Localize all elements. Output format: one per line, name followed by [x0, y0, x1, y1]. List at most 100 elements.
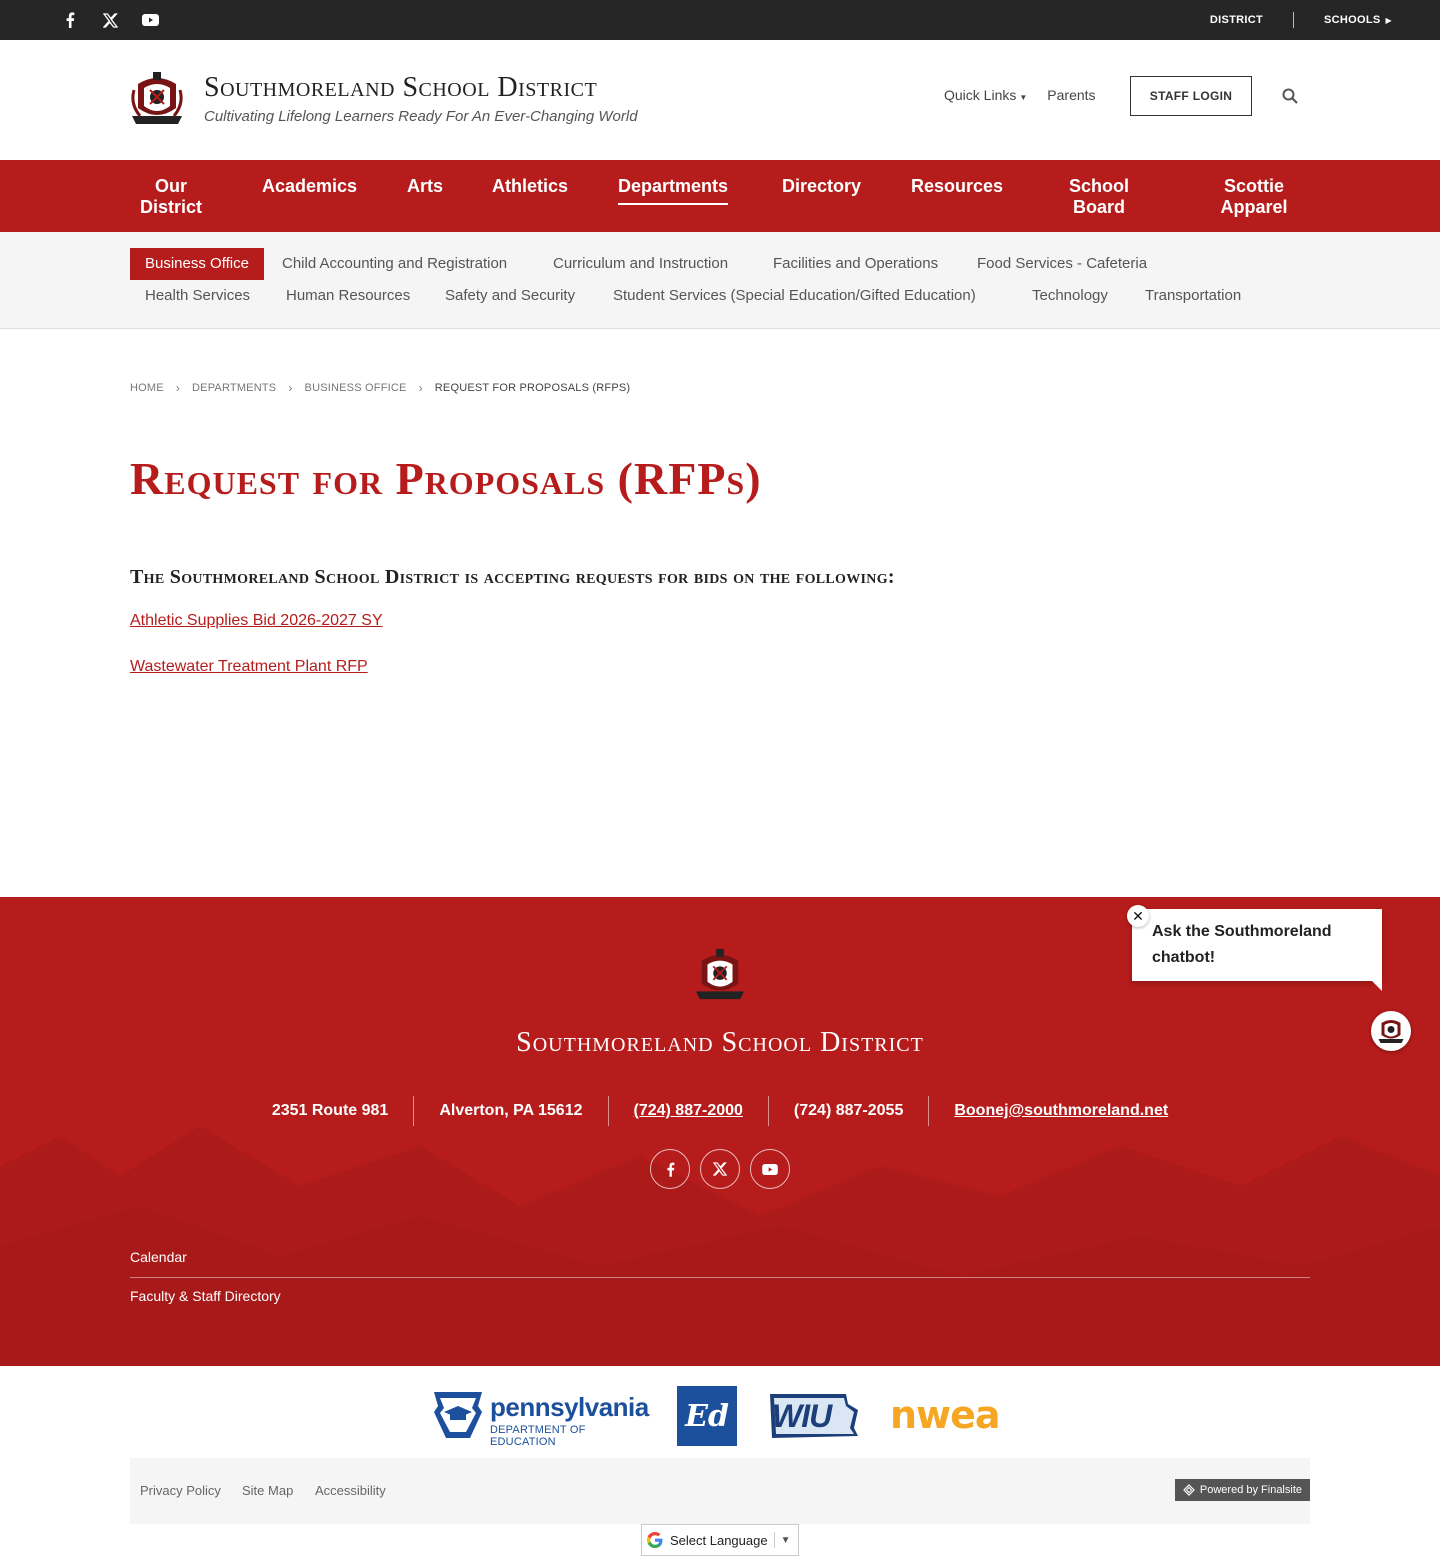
pde-subtitle: DEPARTMENT OF EDUCATION: [490, 1424, 586, 1448]
subnav-child-accounting[interactable]: Child Accounting and Registration: [282, 248, 507, 280]
google-icon: [647, 1532, 663, 1548]
language-select[interactable]: Select Language ▼: [641, 1524, 799, 1556]
footer-address: 2351 Route 981: [271, 1102, 389, 1119]
close-icon[interactable]: ✕: [1127, 905, 1149, 927]
utility-links: DISTRICT SCHOOLS ▶: [1210, 0, 1392, 40]
facebook-icon[interactable]: [60, 10, 80, 30]
footer-contact: 2351 Route 981 Alverton, PA 15612 (724) …: [0, 1096, 1440, 1126]
privacy-policy-link[interactable]: Privacy Policy: [140, 1483, 221, 1498]
breadcrumb-home[interactable]: HOME: [130, 382, 164, 394]
subnav-technology[interactable]: Technology: [1032, 280, 1108, 312]
schools-link[interactable]: SCHOOLS: [1324, 14, 1381, 26]
chevron-right-icon: ›: [418, 381, 423, 395]
pennsylvania-doe-logo[interactable]: pennsylvania DEPARTMENT OF EDUCATION: [430, 1386, 650, 1448]
crest-icon: [1378, 1020, 1404, 1043]
subnav-health-services[interactable]: Health Services: [145, 280, 250, 312]
divider: [130, 1277, 1310, 1278]
nav-our-district[interactable]: Our District: [140, 176, 202, 218]
caret-down-icon: ▼: [1019, 93, 1028, 102]
nav-resources[interactable]: Resources: [911, 176, 1003, 197]
social-links: [60, 10, 160, 30]
footer-phone-link[interactable]: (724) 887-2000: [634, 1102, 743, 1120]
header-links: Quick Links ▼ Parents: [944, 87, 1096, 103]
caret-down-icon: ▼: [780, 1534, 791, 1546]
finalsite-icon: [1183, 1484, 1195, 1496]
youtube-icon[interactable]: [750, 1149, 790, 1189]
wiu-logo-text: WIU: [772, 1398, 832, 1434]
x-icon[interactable]: [700, 1149, 740, 1189]
main-navigation: Our District Academics Arts Athletics De…: [0, 160, 1440, 232]
youtube-icon[interactable]: [140, 10, 160, 30]
search-icon[interactable]: [1282, 88, 1298, 104]
accessibility-link[interactable]: Accessibility: [315, 1483, 386, 1498]
pde-name: pennsylvania: [490, 1392, 649, 1422]
nav-departments[interactable]: Departments: [618, 176, 729, 205]
footer-site-name: Southmoreland School District: [516, 1027, 924, 1058]
subnav-curriculum[interactable]: Curriculum and Instruction: [553, 248, 728, 280]
wastewater-rfp-link[interactable]: Wastewater Treatment Plant RFP: [130, 658, 368, 676]
ed-logo-text: Ed: [685, 1398, 729, 1434]
footer-social-links: [650, 1149, 790, 1189]
site-tagline: Cultivating Lifelong Learners Ready For …: [204, 108, 638, 125]
site-name[interactable]: Southmoreland School District: [204, 72, 597, 104]
chatbot-avatar[interactable]: [1371, 1011, 1411, 1051]
ed-logo[interactable]: Ed: [677, 1386, 737, 1446]
chevron-right-icon: ›: [175, 381, 181, 395]
subnav-safety-security[interactable]: Safety and Security: [445, 280, 575, 312]
footer-directory-link[interactable]: Faculty & Staff Directory: [130, 1288, 281, 1304]
nav-arts[interactable]: Arts: [407, 176, 443, 197]
divider: [767, 1096, 769, 1126]
district-crest-logo[interactable]: [130, 70, 184, 130]
quick-links-dropdown[interactable]: Quick Links ▼: [944, 87, 1027, 103]
parents-link[interactable]: Parents: [1047, 87, 1095, 103]
subnav-facilities[interactable]: Facilities and Operations: [773, 248, 938, 280]
footer-city: Alverton, PA 15612: [439, 1102, 583, 1119]
department-subnav: Business Office Child Accounting and Reg…: [0, 232, 1440, 329]
facebook-icon[interactable]: [650, 1149, 690, 1189]
wiu-logo[interactable]: WIU: [768, 1390, 860, 1442]
intro-heading: The Southmoreland School District is acc…: [130, 566, 895, 588]
footer-fax: (724) 887-2055: [793, 1102, 904, 1119]
divider: [607, 1096, 609, 1126]
chatbot-bubble[interactable]: Ask the Southmoreland chatbot!: [1132, 909, 1382, 981]
breadcrumb-departments[interactable]: DEPARTMENTS: [192, 382, 276, 394]
staff-login-button[interactable]: STAFF LOGIN: [1130, 76, 1252, 116]
divider: [413, 1096, 415, 1126]
breadcrumb: HOME › DEPARTMENTS › BUSINESS OFFICE › R…: [130, 381, 630, 395]
divider: [1293, 12, 1295, 28]
nwea-logo[interactable]: nwea: [890, 1396, 1001, 1434]
footer-crest-logo[interactable]: [694, 947, 746, 1005]
powered-by-label: Powered by Finalsite: [1199, 1484, 1302, 1496]
nav-athletics[interactable]: Athletics: [492, 176, 568, 197]
subnav-human-resources[interactable]: Human Resources: [286, 280, 410, 312]
divider: [773, 1532, 775, 1548]
subnav-food-services[interactable]: Food Services - Cafeteria: [977, 248, 1147, 280]
nav-academics[interactable]: Academics: [262, 176, 357, 197]
footer-email-link[interactable]: Boonej@southmoreland.net: [954, 1102, 1168, 1120]
legal-footer: Privacy Policy Site Map Accessibility Po…: [130, 1458, 1310, 1524]
page-title: Request for Proposals (RFPs): [130, 453, 762, 504]
partner-logos: pennsylvania DEPARTMENT OF EDUCATION Ed …: [0, 1366, 1440, 1458]
hills-background: [0, 1126, 1440, 1366]
athletic-supplies-bid-link[interactable]: Athletic Supplies Bid 2026-2027 SY: [130, 612, 383, 630]
subnav-business-office[interactable]: Business Office: [130, 248, 264, 280]
chevron-right-icon: ›: [288, 381, 293, 395]
x-icon[interactable]: [100, 10, 120, 30]
utility-bar: DISTRICT SCHOOLS ▶: [0, 0, 1440, 40]
nav-directory[interactable]: Directory: [782, 176, 861, 197]
breadcrumb-current: REQUEST FOR PROPOSALS (RFPS): [434, 382, 631, 394]
powered-by-finalsite-badge[interactable]: Powered by Finalsite: [1174, 1479, 1310, 1501]
site-header: Southmoreland School District Cultivatin…: [0, 40, 1440, 160]
subnav-student-services[interactable]: Student Services (Special Education/Gift…: [613, 280, 976, 312]
nav-school-board[interactable]: School Board: [1066, 176, 1132, 218]
language-select-label: Select Language: [670, 1532, 768, 1548]
site-map-link[interactable]: Site Map: [242, 1483, 293, 1498]
breadcrumb-business-office[interactable]: BUSINESS OFFICE: [305, 382, 407, 394]
subnav-transportation[interactable]: Transportation: [1145, 280, 1241, 312]
footer-calendar-link[interactable]: Calendar: [130, 1249, 187, 1265]
quick-links-label: Quick Links: [944, 87, 1017, 103]
nav-scottie-apparel[interactable]: Scottie Apparel: [1216, 176, 1292, 218]
caret-right-icon: ▶: [1385, 15, 1392, 25]
divider: [928, 1096, 930, 1126]
district-link[interactable]: DISTRICT: [1210, 14, 1263, 26]
